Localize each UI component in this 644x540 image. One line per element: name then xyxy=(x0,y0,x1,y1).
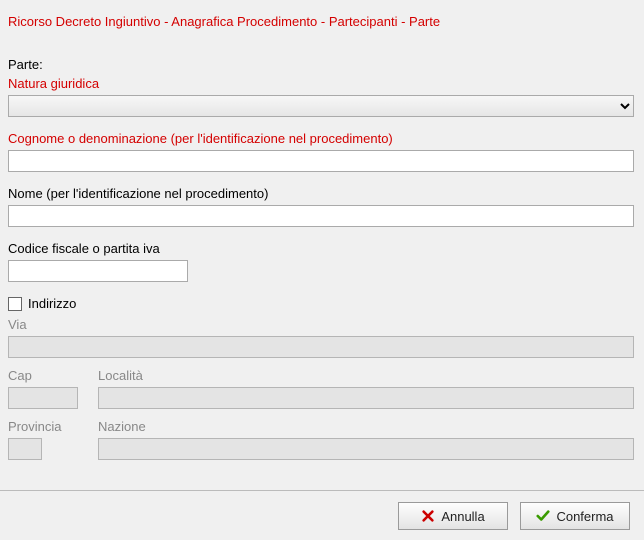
cancel-icon xyxy=(421,509,435,523)
separator xyxy=(0,490,644,491)
form-body: Parte: Natura giuridica Cognome o denomi… xyxy=(0,57,644,460)
natura-label: Natura giuridica xyxy=(8,76,636,91)
cancel-button[interactable]: Annulla xyxy=(398,502,508,530)
nome-input[interactable] xyxy=(8,205,634,227)
nazione-label: Nazione xyxy=(98,419,636,434)
natura-select[interactable] xyxy=(8,95,634,117)
confirm-button[interactable]: Conferma xyxy=(520,502,630,530)
localita-label: Località xyxy=(98,368,636,383)
cf-input[interactable] xyxy=(8,260,188,282)
via-input xyxy=(8,336,634,358)
cap-input xyxy=(8,387,78,409)
localita-input xyxy=(98,387,634,409)
cognome-input[interactable] xyxy=(8,150,634,172)
dialog-footer: Annulla Conferma xyxy=(0,492,644,540)
confirm-icon xyxy=(536,509,550,523)
section-title: Parte: xyxy=(8,57,636,72)
provincia-input xyxy=(8,438,42,460)
address-group: Via Cap Località Provincia Nazione xyxy=(8,317,636,460)
form-dialog: Ricorso Decreto Ingiuntivo - Anagrafica … xyxy=(0,0,644,540)
cancel-button-label: Annulla xyxy=(441,509,484,524)
nome-label: Nome (per l'identificazione nel procedim… xyxy=(8,186,636,201)
indirizzo-checkbox-row: Indirizzo xyxy=(8,296,636,311)
provincia-nazione-row: Provincia Nazione xyxy=(8,419,636,460)
breadcrumb: Ricorso Decreto Ingiuntivo - Anagrafica … xyxy=(0,0,644,37)
cap-label: Cap xyxy=(8,368,98,383)
cap-localita-row: Cap Località xyxy=(8,368,636,409)
indirizzo-checkbox-label: Indirizzo xyxy=(28,296,76,311)
via-label: Via xyxy=(8,317,636,332)
cognome-label: Cognome o denominazione (per l'identific… xyxy=(8,131,636,146)
cf-label: Codice fiscale o partita iva xyxy=(8,241,636,256)
confirm-button-label: Conferma xyxy=(556,509,613,524)
indirizzo-checkbox[interactable] xyxy=(8,297,22,311)
provincia-label: Provincia xyxy=(8,419,98,434)
nazione-input xyxy=(98,438,634,460)
